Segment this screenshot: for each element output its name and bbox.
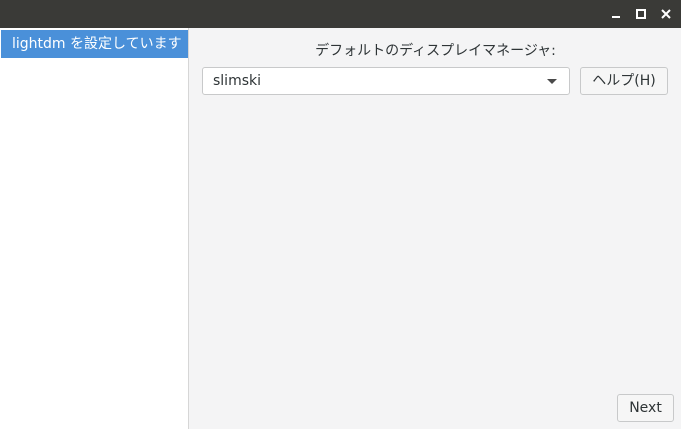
title-bar bbox=[0, 0, 681, 28]
close-icon bbox=[661, 9, 671, 19]
minimize-button[interactable] bbox=[605, 4, 627, 24]
maximize-button[interactable] bbox=[630, 4, 652, 24]
sidebar-item-configuring-lightdm[interactable]: lightdm を設定しています bbox=[1, 30, 188, 58]
next-button[interactable]: Next bbox=[617, 394, 674, 422]
selected-option: slimski bbox=[213, 73, 262, 89]
sidebar: lightdm を設定しています bbox=[0, 28, 189, 429]
close-button[interactable] bbox=[655, 4, 677, 24]
minimize-icon bbox=[612, 16, 620, 18]
installer-window: lightdm を設定しています デフォルトのディスプレイマネージャ: slim… bbox=[0, 0, 681, 429]
maximize-icon bbox=[636, 9, 646, 19]
help-button[interactable]: ヘルプ(H) bbox=[580, 67, 668, 95]
display-manager-select[interactable]: slimski bbox=[202, 67, 570, 95]
sidebar-item-label: lightdm を設定しています bbox=[12, 36, 182, 52]
dropdown-arrow-icon bbox=[547, 79, 557, 84]
display-manager-prompt: デフォルトのディスプレイマネージャ: bbox=[315, 43, 556, 59]
